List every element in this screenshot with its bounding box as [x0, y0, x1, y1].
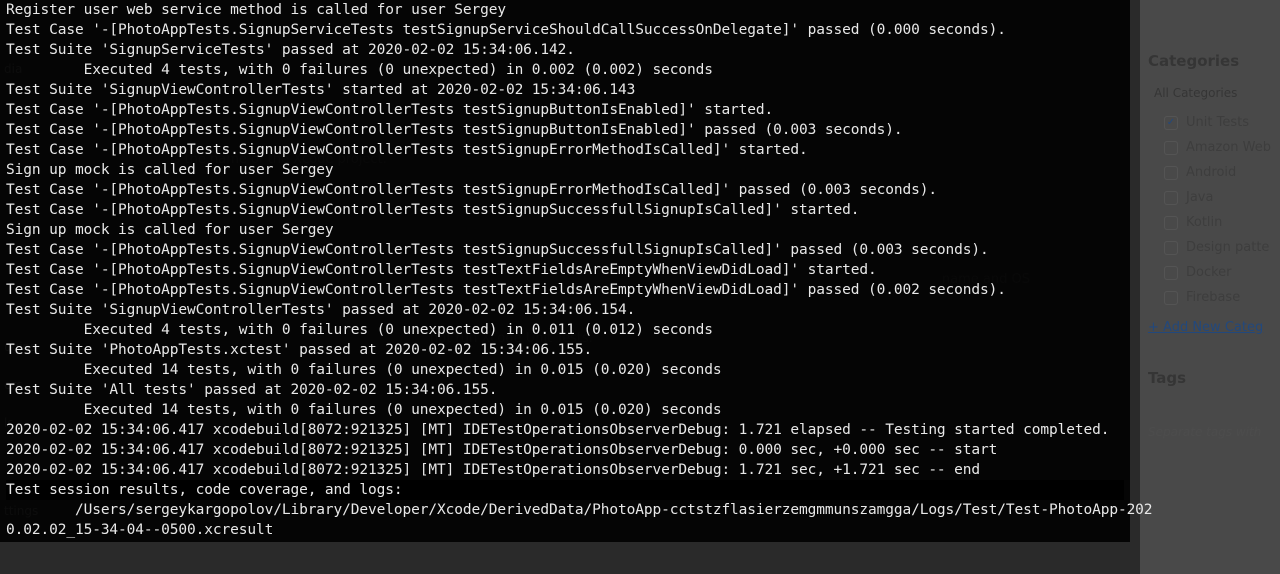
terminal-line: Test Suite 'PhotoAppTests.xctest' passed…	[6, 340, 1124, 360]
category-item[interactable]: Android	[1148, 160, 1272, 185]
terminal-line: /Users/sergeykargopolov/Library/Develope…	[6, 500, 1124, 520]
terminal-line: 0.02.02_15-34-04--0500.xcresult	[6, 520, 1124, 540]
terminal-line: Test Case '-[PhotoAppTests.SignupViewCon…	[6, 100, 1124, 120]
terminal-line: Test Suite 'SignupViewControllerTests' s…	[6, 80, 1124, 100]
terminal-line: Test Suite 'All tests' passed at 2020-02…	[6, 380, 1124, 400]
terminal-line: Executed 4 tests, with 0 failures (0 une…	[6, 60, 1124, 80]
terminal-line: Test session results, code coverage, and…	[6, 480, 1124, 500]
category-item[interactable]: Unit Tests	[1148, 110, 1272, 135]
terminal-line: Test Case '-[PhotoAppTests.SignupViewCon…	[6, 260, 1124, 280]
checkbox-icon[interactable]	[1164, 116, 1178, 130]
all-categories-tab[interactable]: All Categories	[1148, 82, 1272, 104]
tags-heading: Tags	[1148, 335, 1272, 395]
add-category-link[interactable]: + Add New Categ	[1148, 320, 1272, 335]
category-item[interactable]: Java	[1148, 185, 1272, 210]
terminal-line: Test Case '-[PhotoAppTests.SignupViewCon…	[6, 140, 1124, 160]
terminal-line: Test Case '-[PhotoAppTests.SignupViewCon…	[6, 280, 1124, 300]
checkbox-icon[interactable]	[1164, 241, 1178, 255]
category-item[interactable]: Docker	[1148, 260, 1272, 285]
category-label: Android	[1186, 165, 1236, 180]
terminal-line: Test Case '-[PhotoAppTests.SignupViewCon…	[6, 120, 1124, 140]
category-label: Docker	[1186, 265, 1232, 280]
checkbox-icon[interactable]	[1164, 291, 1178, 305]
terminal-line: Test Case '-[PhotoAppTests.SignupViewCon…	[6, 240, 1124, 260]
terminal-output[interactable]: Register user web service method is call…	[0, 0, 1130, 542]
checkbox-icon[interactable]	[1164, 216, 1178, 230]
terminal-line: Test Suite 'SignupServiceTests' passed a…	[6, 40, 1124, 60]
checkbox-icon[interactable]	[1164, 141, 1178, 155]
terminal-line: Executed 4 tests, with 0 failures (0 une…	[6, 320, 1124, 340]
terminal-line: Test Case '-[PhotoAppTests.SignupService…	[6, 20, 1124, 40]
category-label: Kotlin	[1186, 215, 1222, 230]
checkbox-icon[interactable]	[1164, 191, 1178, 205]
terminal-line: Sign up mock is called for user Sergey	[6, 160, 1124, 180]
checkbox-icon[interactable]	[1164, 266, 1178, 280]
terminal-line: Executed 14 tests, with 0 failures (0 un…	[6, 400, 1124, 420]
categories-heading: Categories	[1148, 48, 1272, 82]
category-label: Design patte	[1186, 240, 1269, 255]
terminal-line: Test Case '-[PhotoAppTests.SignupViewCon…	[6, 200, 1124, 220]
terminal-line: Register user web service method is call…	[6, 0, 1124, 20]
category-label: Firebase	[1186, 290, 1240, 305]
category-item[interactable]: Design patte	[1148, 235, 1272, 260]
category-label: Unit Tests	[1186, 115, 1249, 130]
terminal-line: Test Suite 'SignupViewControllerTests' p…	[6, 300, 1124, 320]
category-label: Amazon Web	[1186, 140, 1271, 155]
category-item[interactable]: Amazon Web	[1148, 135, 1272, 160]
category-item[interactable]: Kotlin	[1148, 210, 1272, 235]
category-item[interactable]: Firebase	[1148, 285, 1272, 310]
checkbox-icon[interactable]	[1164, 166, 1178, 180]
terminal-line: 2020-02-02 15:34:06.417 xcodebuild[8072:…	[6, 460, 1124, 480]
category-label: Java	[1186, 190, 1213, 205]
terminal-line: Test Case '-[PhotoAppTests.SignupViewCon…	[6, 180, 1124, 200]
terminal-line: Executed 14 tests, with 0 failures (0 un…	[6, 360, 1124, 380]
right-panel: Categories All Categories Unit Tests Amaz…	[1140, 0, 1280, 574]
terminal-line: 2020-02-02 15:34:06.417 xcodebuild[8072:…	[6, 440, 1124, 460]
tags-hint: Separate tags with	[1148, 425, 1272, 439]
terminal-line: Sign up mock is called for user Sergey	[6, 220, 1124, 240]
terminal-line: 2020-02-02 15:34:06.417 xcodebuild[8072:…	[6, 420, 1124, 440]
